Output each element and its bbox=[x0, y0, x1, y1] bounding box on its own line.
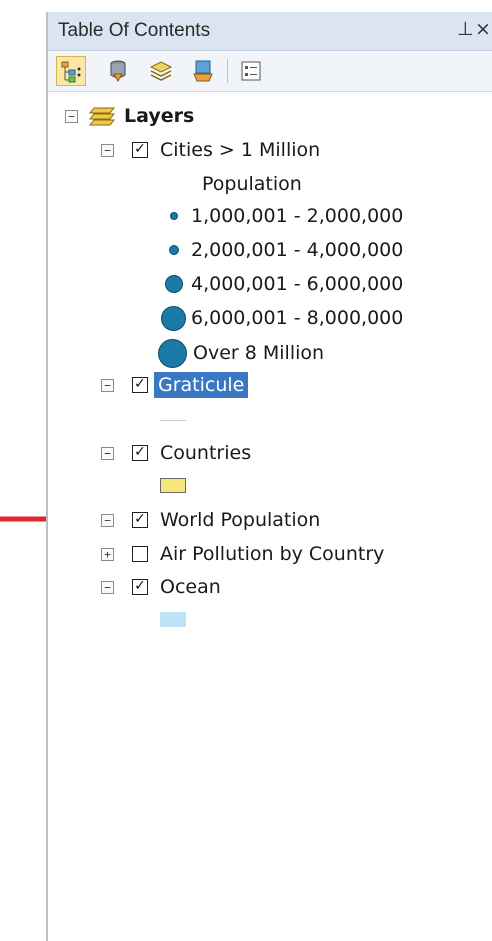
toc-toolbar bbox=[48, 51, 492, 92]
collapse-toggle[interactable]: − bbox=[101, 446, 114, 460]
collapse-toggle[interactable]: − bbox=[101, 143, 114, 157]
root-label: Layers bbox=[124, 105, 195, 127]
collapse-toggle[interactable]: − bbox=[101, 580, 114, 594]
collapse-toggle[interactable]: − bbox=[65, 109, 78, 123]
visibility-checkbox[interactable]: ✓ bbox=[132, 445, 148, 461]
visibility-checkbox[interactable]: ✓ bbox=[132, 512, 148, 528]
graticule-line-symbol bbox=[160, 420, 186, 421]
layer-label: Cities > 1 Million bbox=[160, 139, 321, 161]
legend-heading: Population bbox=[202, 169, 302, 199]
layer-air-pollution[interactable]: + Air Pollution by Country bbox=[101, 539, 384, 569]
layer-ocean[interactable]: − ✓ Ocean bbox=[101, 572, 221, 602]
options-icon bbox=[241, 61, 261, 81]
database-icon bbox=[110, 60, 126, 83]
ocean-fill-symbol bbox=[160, 612, 186, 627]
collapse-toggle[interactable]: − bbox=[101, 513, 114, 527]
layer-world-population[interactable]: − ✓ World Population bbox=[101, 505, 320, 535]
toolbar-separator bbox=[227, 59, 228, 83]
window-title: Table Of Contents bbox=[58, 20, 211, 41]
tree-root-layers[interactable]: − Layers bbox=[65, 101, 194, 131]
list-by-drawing-order-button[interactable] bbox=[56, 56, 86, 86]
legend-class-label: 6,000,001 - 8,000,000 bbox=[191, 307, 404, 329]
layer-label: Ocean bbox=[160, 576, 221, 598]
layer-graticule[interactable]: − ✓ Graticule bbox=[101, 370, 249, 400]
visibility-checkbox[interactable]: ✓ bbox=[132, 377, 148, 393]
city-symbol-size-5 bbox=[158, 339, 187, 368]
visibility-checkbox[interactable]: ✓ bbox=[132, 142, 148, 158]
visibility-checkbox[interactable]: ✓ bbox=[132, 579, 148, 595]
list-by-source-button[interactable] bbox=[103, 56, 133, 86]
layer-label: World Population bbox=[160, 509, 321, 531]
city-symbol-size-2 bbox=[169, 245, 179, 255]
pin-icon[interactable]: ⊥ bbox=[457, 18, 474, 40]
layer-label: Countries bbox=[160, 442, 252, 464]
visibility-checkbox[interactable] bbox=[132, 546, 148, 562]
tree-list-icon bbox=[61, 61, 81, 83]
options-button[interactable] bbox=[236, 56, 266, 86]
collapse-toggle[interactable]: − bbox=[101, 378, 114, 392]
close-icon[interactable]: × bbox=[475, 18, 491, 40]
legend-class-2: 2,000,001 - 4,000,000 bbox=[191, 235, 403, 265]
layers-icon bbox=[88, 107, 116, 126]
selection-icon bbox=[193, 60, 213, 82]
layer-countries[interactable]: − ✓ Countries bbox=[101, 438, 251, 468]
legend-class-label: 4,000,001 - 6,000,000 bbox=[191, 273, 404, 295]
legend-class-label: 2,000,001 - 4,000,000 bbox=[191, 239, 404, 261]
legend-class-label: 1,000,001 - 2,000,000 bbox=[191, 205, 404, 227]
legend-heading-text: Population bbox=[202, 173, 302, 195]
layer-label: Air Pollution by Country bbox=[160, 543, 385, 565]
city-symbol-size-3 bbox=[165, 275, 183, 293]
layer-label-selected: Graticule bbox=[154, 372, 249, 398]
legend-class-1: 1,000,001 - 2,000,000 bbox=[191, 201, 403, 231]
layer-cities[interactable]: − ✓ Cities > 1 Million bbox=[101, 135, 320, 165]
city-symbol-size-1 bbox=[170, 212, 178, 220]
legend-class-5: Over 8 Million bbox=[193, 338, 324, 368]
countries-fill-symbol bbox=[160, 478, 186, 493]
title-bar: Table Of Contents ⊥ × bbox=[48, 12, 492, 51]
list-by-selection-button[interactable] bbox=[188, 56, 218, 86]
list-by-visibility-button[interactable] bbox=[146, 56, 176, 86]
legend-class-label: Over 8 Million bbox=[193, 342, 325, 364]
legend-class-3: 4,000,001 - 6,000,000 bbox=[191, 269, 403, 299]
city-symbol-size-4 bbox=[161, 306, 186, 331]
expand-toggle[interactable]: + bbox=[101, 547, 114, 561]
layers-icon bbox=[149, 61, 173, 81]
legend-class-4: 6,000,001 - 8,000,000 bbox=[191, 303, 403, 333]
